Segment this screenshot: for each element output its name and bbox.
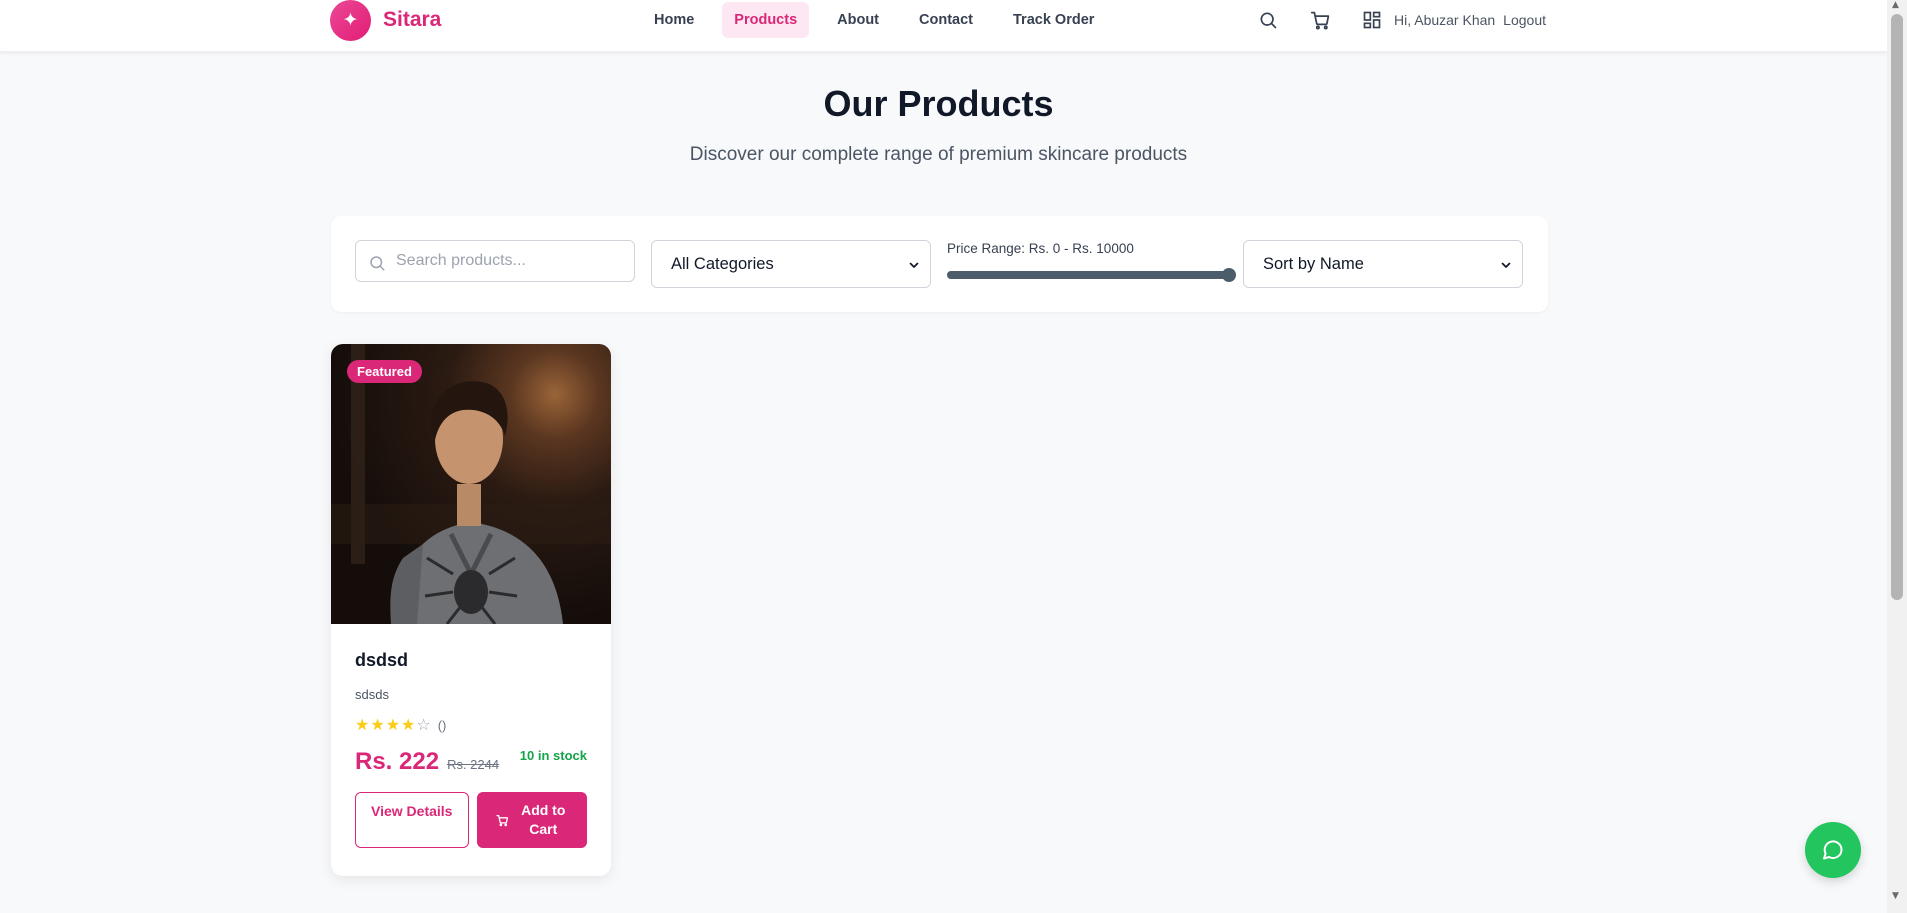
header-actions: Hi, Abuzar Khan Logout	[1256, 8, 1546, 32]
product-rating: ★ ★ ★ ★ ☆ ()	[355, 716, 587, 734]
page-scrollbar[interactable]: ▲ ▼	[1887, 0, 1907, 913]
brand-name: Sitara	[383, 8, 442, 31]
sparkle-logo-icon: ✦	[330, 0, 371, 41]
scroll-up-arrow-icon[interactable]: ▲	[1892, 0, 1899, 10]
star-filled-icon: ★	[385, 715, 401, 734]
cart-icon	[496, 814, 509, 826]
product-price: Rs. 222	[355, 748, 440, 775]
category-select[interactable]: All Categories	[651, 240, 931, 288]
product-name: dsdsd	[355, 650, 409, 670]
slider-thumb[interactable]	[1222, 268, 1236, 282]
view-details-button[interactable]: View Details	[355, 792, 469, 848]
search-icon[interactable]	[1256, 8, 1280, 32]
nav-contact[interactable]: Contact	[907, 2, 985, 38]
review-count: ()	[437, 717, 447, 733]
stock-status: 10 in stock	[519, 748, 587, 763]
nav-about[interactable]: About	[825, 2, 891, 38]
dashboard-icon[interactable]	[1360, 8, 1384, 32]
price-row: Rs. 222 Rs. 2244 10 in stock	[355, 748, 587, 776]
nav-home[interactable]: Home	[642, 2, 706, 38]
featured-badge: Featured	[347, 360, 422, 383]
search-box[interactable]	[355, 240, 635, 282]
sort-select-value: Sort by Name	[1263, 254, 1364, 273]
logout-link[interactable]: Logout	[1503, 12, 1546, 28]
sort-select[interactable]: Sort by Name	[1243, 240, 1523, 288]
original-price: Rs. 2244	[447, 757, 500, 772]
star-filled-icon: ★	[355, 715, 370, 734]
page-title: Our Products	[823, 83, 1054, 124]
category-select-value: All Categories	[671, 254, 774, 273]
scroll-thumb[interactable]	[1891, 14, 1903, 600]
star-rating: ★ ★ ★ ★ ☆	[355, 716, 432, 734]
search-icon	[370, 256, 385, 271]
nav-products[interactable]: Products	[722, 2, 810, 38]
star-empty-icon: ☆	[416, 715, 431, 734]
chevron-down-icon	[909, 262, 919, 268]
search-input[interactable]	[396, 241, 626, 281]
star-filled-icon: ★	[370, 715, 385, 734]
chevron-down-icon	[1501, 262, 1511, 268]
slider-fill	[947, 271, 1229, 279]
filter-panel: All Categories Price Range: Rs. 0 - Rs. …	[331, 216, 1548, 312]
site-header: ✦ Sitara Home Products About Contact Tra…	[0, 0, 1887, 52]
nav-track-order[interactable]: Track Order	[1001, 2, 1106, 38]
brand-logo[interactable]: ✦ Sitara	[330, 0, 442, 41]
chat-button[interactable]	[1805, 822, 1861, 878]
price-range: Price Range: Rs. 0 - Rs. 10000	[947, 241, 1236, 282]
card-actions: View Details Add to Cart	[355, 792, 587, 848]
price-range-label: Price Range: Rs. 0 - Rs. 10000	[947, 241, 1134, 256]
product-description: sdsds	[355, 687, 389, 702]
product-info: dsdsd sdsds ★ ★ ★ ★ ☆ () Rs. 222 Rs. 2244 10…	[331, 624, 611, 848]
add-to-cart-label: Add to Cart	[521, 802, 566, 837]
price-range-slider[interactable]	[947, 268, 1236, 282]
page-subtitle: Discover our complete range of premium s…	[689, 144, 1188, 165]
chat-bubble-icon	[1823, 840, 1843, 860]
user-greeting: Hi, Abuzar Khan	[1394, 12, 1496, 28]
scroll-down-arrow-icon[interactable]: ▼	[1892, 891, 1899, 901]
main-nav: Home Products About Contact Track Order	[642, 2, 1122, 38]
product-image[interactable]: Featured	[331, 344, 611, 624]
cart-icon[interactable]	[1308, 8, 1332, 32]
product-photo	[331, 344, 611, 624]
product-card[interactable]: Featured dsdsd sdsds ★ ★ ★ ★ ☆ () Rs. 222 Rs…	[331, 344, 611, 876]
add-to-cart-button[interactable]: Add to Cart	[476, 792, 587, 848]
star-filled-icon: ★	[401, 715, 416, 734]
